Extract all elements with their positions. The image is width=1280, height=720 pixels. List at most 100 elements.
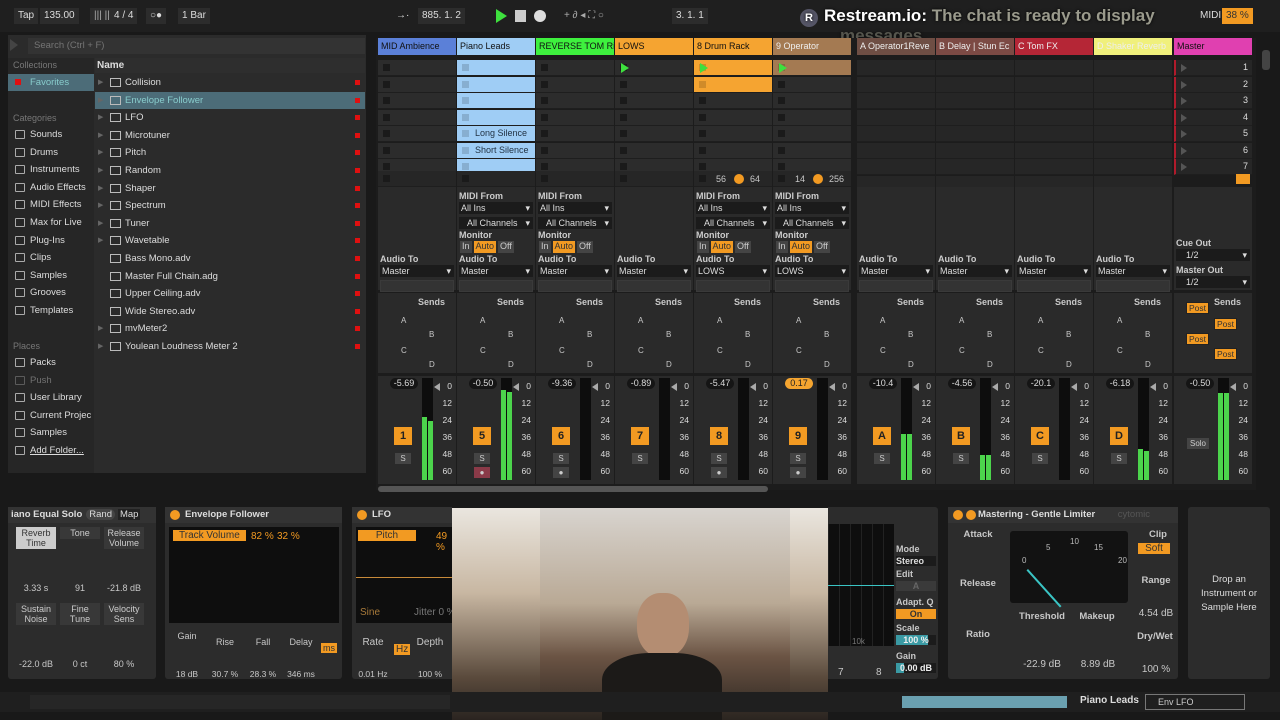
audio-to-dropdown[interactable]: Master — [938, 265, 1012, 277]
output-channel-field[interactable] — [859, 280, 933, 292]
expand-icon[interactable]: ▶ — [98, 92, 103, 109]
clip-stop-icon[interactable] — [541, 130, 548, 137]
clip[interactable] — [457, 76, 535, 93]
volume-field[interactable]: -10.4 — [869, 378, 897, 389]
stop-clips-row[interactable] — [615, 171, 693, 187]
place-push[interactable]: Push — [8, 372, 94, 389]
browser-item[interactable]: ▶ LFO — [95, 109, 365, 126]
monitor-off-button[interactable]: Off — [814, 241, 830, 253]
track-activator-button[interactable]: A — [873, 427, 891, 445]
monitor-auto-button[interactable]: Auto — [789, 241, 813, 253]
solo-button[interactable]: S — [395, 453, 411, 464]
clip[interactable]: Long Silence — [457, 126, 535, 142]
track-activator-button[interactable]: 1 — [394, 427, 412, 445]
stop-clips-row[interactable] — [457, 171, 535, 187]
clip-slot[interactable] — [615, 142, 693, 159]
clip-stop-icon[interactable] — [541, 163, 548, 170]
midi-from-dropdown[interactable]: All Ins — [538, 202, 612, 214]
clip-stop-icon[interactable] — [699, 97, 706, 104]
clip-slot[interactable] — [615, 93, 693, 109]
scale-slider[interactable]: 100 % — [896, 635, 936, 645]
clip-slot[interactable] — [378, 126, 456, 142]
clip-slot[interactable] — [694, 126, 772, 142]
clip-stop-icon[interactable] — [541, 64, 548, 71]
clip-stop-icon[interactable] — [699, 163, 706, 170]
category-samples[interactable]: Samples — [8, 267, 94, 284]
clip-slot[interactable] — [615, 76, 693, 93]
expand-icon[interactable]: ▶ — [98, 162, 103, 179]
clip-slot[interactable] — [615, 126, 693, 142]
browser-item[interactable]: ▶ Tuner — [95, 215, 365, 232]
solo-button[interactable]: S — [953, 453, 969, 464]
target-param-button[interactable]: Track Volume — [173, 530, 246, 541]
category-instruments[interactable]: Instruments — [8, 161, 94, 178]
category-max-for-live[interactable]: Max for Live — [8, 214, 94, 231]
track-header[interactable]: REVERSE TOM Ris — [536, 38, 614, 55]
scene-launch[interactable]: 2 — [1174, 76, 1252, 93]
stop-button[interactable] — [462, 175, 469, 182]
solo-button[interactable]: S — [1111, 453, 1127, 464]
midi-channel-dropdown[interactable]: All Channels — [459, 217, 533, 229]
monitor-in-button[interactable]: In — [776, 241, 788, 253]
name-column-header[interactable]: Name — [95, 58, 365, 73]
track-activator-button[interactable]: B — [952, 427, 970, 445]
browser-item[interactable]: ▶ Shaper — [95, 180, 365, 197]
clip-slot[interactable] — [773, 109, 851, 126]
gain-slider[interactable]: 0.00 dB — [896, 663, 936, 673]
browser-item[interactable]: ▶ Collision — [95, 74, 365, 91]
cue-out-dropdown[interactable]: 1/2 — [1176, 249, 1250, 261]
clip-slot[interactable] — [773, 126, 851, 142]
post-toggle-button[interactable]: Post — [1214, 318, 1238, 330]
clip-stop-icon[interactable] — [620, 97, 627, 104]
stop-clips-row[interactable] — [378, 171, 456, 187]
master-header[interactable]: Master — [1174, 38, 1252, 55]
clip-slot[interactable] — [378, 109, 456, 126]
track-header[interactable]: LOWS — [615, 38, 693, 55]
category-templates[interactable]: Templates — [8, 302, 94, 319]
stop-button[interactable] — [541, 175, 548, 182]
expand-icon[interactable]: ▶ — [98, 215, 103, 232]
lfo-shape-dropdown[interactable]: Sine — [360, 607, 380, 618]
clip[interactable] — [694, 76, 772, 93]
place-user-library[interactable]: User Library — [8, 389, 94, 406]
monitor-auto-button[interactable]: Auto — [473, 241, 497, 253]
track-header[interactable]: 9 Operator — [773, 38, 851, 55]
browser-item[interactable]: ▶ Random — [95, 162, 365, 179]
output-channel-field[interactable] — [1017, 280, 1091, 292]
output-channel-field[interactable] — [696, 280, 770, 292]
clip-slot[interactable] — [615, 60, 693, 76]
clip-stop-icon[interactable] — [541, 113, 548, 121]
band-8-toggle[interactable]: 8 — [876, 667, 882, 678]
metronome-button[interactable]: ○● — [146, 8, 167, 24]
clip-launch-icon[interactable] — [462, 97, 469, 104]
category-sounds[interactable]: Sounds — [8, 126, 94, 143]
audio-to-dropdown[interactable]: Master — [1096, 265, 1170, 277]
clip-stop-icon[interactable] — [620, 146, 627, 154]
clip-launch-icon[interactable] — [462, 113, 469, 121]
clip-slot[interactable] — [694, 142, 772, 159]
browser-item[interactable]: Master Full Chain.adg — [95, 268, 365, 285]
place-packs[interactable]: Packs — [8, 354, 94, 371]
clip-launch-icon[interactable] — [462, 163, 469, 170]
overview-strip[interactable] — [902, 696, 1067, 708]
arm-button[interactable]: ● — [474, 467, 490, 478]
track-header[interactable]: Piano Leads — [457, 38, 535, 55]
stop-clips-row[interactable] — [536, 171, 614, 187]
scene-launch[interactable]: 7 — [1174, 159, 1252, 175]
expand-icon[interactable]: ▶ — [98, 180, 103, 197]
expand-icon[interactable]: ▶ — [98, 197, 103, 214]
clip-slot[interactable] — [378, 76, 456, 93]
browser-item[interactable]: Bass Mono.adv — [95, 250, 365, 267]
post-toggle-button[interactable]: Post — [1186, 302, 1210, 314]
clip-slot[interactable] — [536, 76, 614, 93]
monitor-auto-button[interactable]: Auto — [552, 241, 576, 253]
clip-slot[interactable] — [378, 142, 456, 159]
clip-slot[interactable] — [378, 93, 456, 109]
solo-button[interactable]: S — [711, 453, 727, 464]
scene-play-icon[interactable] — [1181, 113, 1187, 122]
audio-to-dropdown[interactable]: Master — [1017, 265, 1091, 277]
clip-stop-icon[interactable] — [541, 146, 548, 154]
clip-stop-icon[interactable] — [383, 64, 390, 71]
clip-stop-icon[interactable] — [778, 113, 785, 121]
midi-channel-dropdown[interactable]: All Channels — [538, 217, 612, 229]
